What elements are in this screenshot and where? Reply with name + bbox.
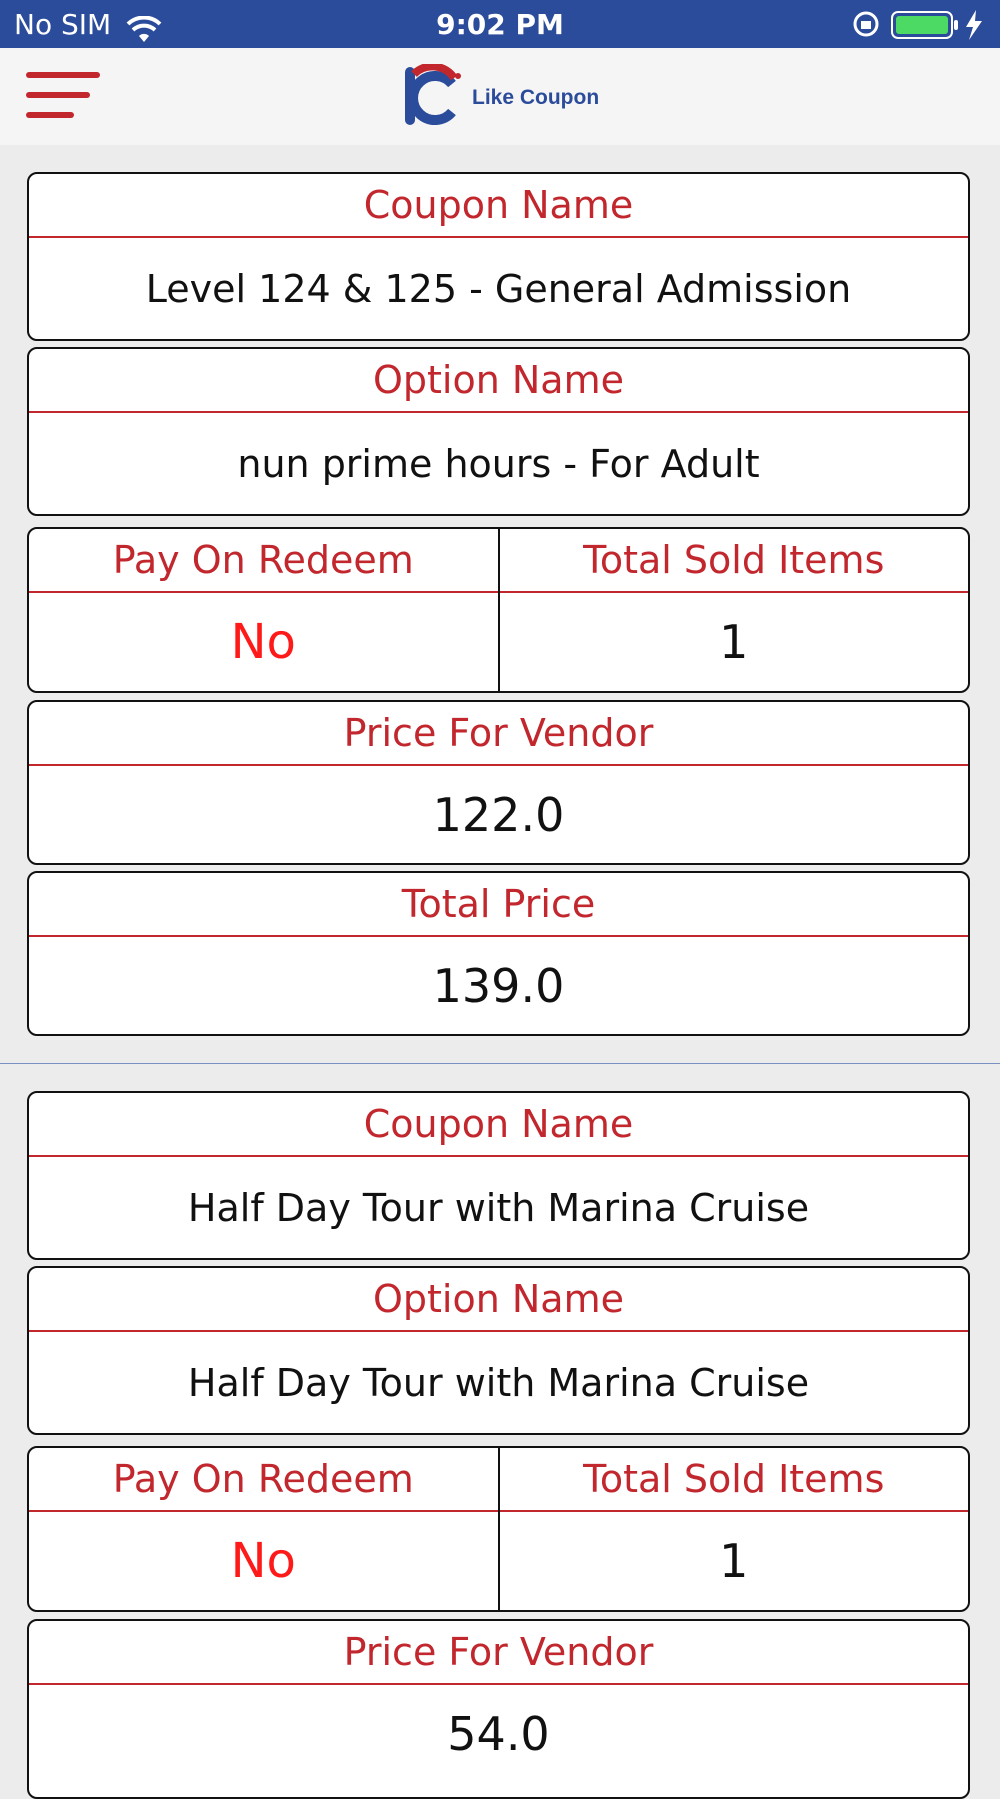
price-for-vendor-card: Price For Vendor 54.0: [27, 1619, 970, 1799]
redeem-sold-card: Pay On Redeem No Total Sold Items 1: [27, 527, 970, 693]
redeem-sold-card: Pay On Redeem No Total Sold Items 1: [27, 1446, 970, 1612]
logo-icon: [405, 62, 461, 125]
total-sold-items-value: 1: [719, 1534, 749, 1588]
nav-bar: Like Coupon: [0, 48, 1000, 145]
pay-on-redeem-label: Pay On Redeem: [29, 529, 498, 593]
coupon-name-card: Coupon Name Half Day Tour with Marina Cr…: [27, 1091, 970, 1260]
pay-on-redeem-value: No: [230, 1533, 296, 1589]
option-name-card: Option Name nun prime hours - For Adult: [27, 347, 970, 516]
price-for-vendor-value: 122.0: [432, 787, 565, 842]
option-name-label: Option Name: [29, 1268, 968, 1332]
price-for-vendor-value: 54.0: [447, 1706, 550, 1761]
price-for-vendor-label: Price For Vendor: [29, 1621, 968, 1685]
clock: 9:02 PM: [436, 8, 564, 41]
option-name-value: Half Day Tour with Marina Cruise: [187, 1360, 810, 1405]
total-sold-items-value: 1: [719, 615, 749, 669]
charging-icon: [966, 10, 982, 40]
pay-on-redeem-value: No: [230, 614, 296, 670]
coupon-name-label: Coupon Name: [29, 174, 968, 238]
rotation-lock-icon: [853, 11, 879, 37]
menu-icon: [26, 72, 100, 78]
menu-button[interactable]: [26, 72, 100, 124]
option-name-label: Option Name: [29, 349, 968, 413]
coupon-name-value: Half Day Tour with Marina Cruise: [187, 1185, 810, 1230]
total-sold-items-label: Total Sold Items: [499, 1448, 968, 1512]
total-price-card: Total Price 139.0: [27, 871, 970, 1036]
option-name-value: nun prime hours - For Adult: [237, 441, 760, 486]
logo-text: Like Coupon: [472, 86, 600, 109]
battery-icon: [891, 11, 958, 39]
coupon-name-label: Coupon Name: [29, 1093, 968, 1157]
total-price-value: 139.0: [432, 958, 565, 1013]
coupon-name-card: Coupon Name Level 124 & 125 - General Ad…: [27, 172, 970, 341]
total-sold-items-label: Total Sold Items: [499, 529, 968, 593]
coupon-name-value: Level 124 & 125 - General Admission: [145, 266, 852, 311]
pay-on-redeem-label: Pay On Redeem: [29, 1448, 498, 1512]
total-price-label: Total Price: [29, 873, 968, 937]
price-for-vendor-card: Price For Vendor 122.0: [27, 700, 970, 865]
price-for-vendor-label: Price For Vendor: [29, 702, 968, 766]
order-divider: [0, 1063, 1000, 1064]
logo: Like Coupon: [400, 62, 610, 130]
option-name-card: Option Name Half Day Tour with Marina Cr…: [27, 1266, 970, 1435]
status-bar: No SIM 9:02 PM: [0, 0, 1000, 48]
status-icons: [852, 0, 990, 48]
